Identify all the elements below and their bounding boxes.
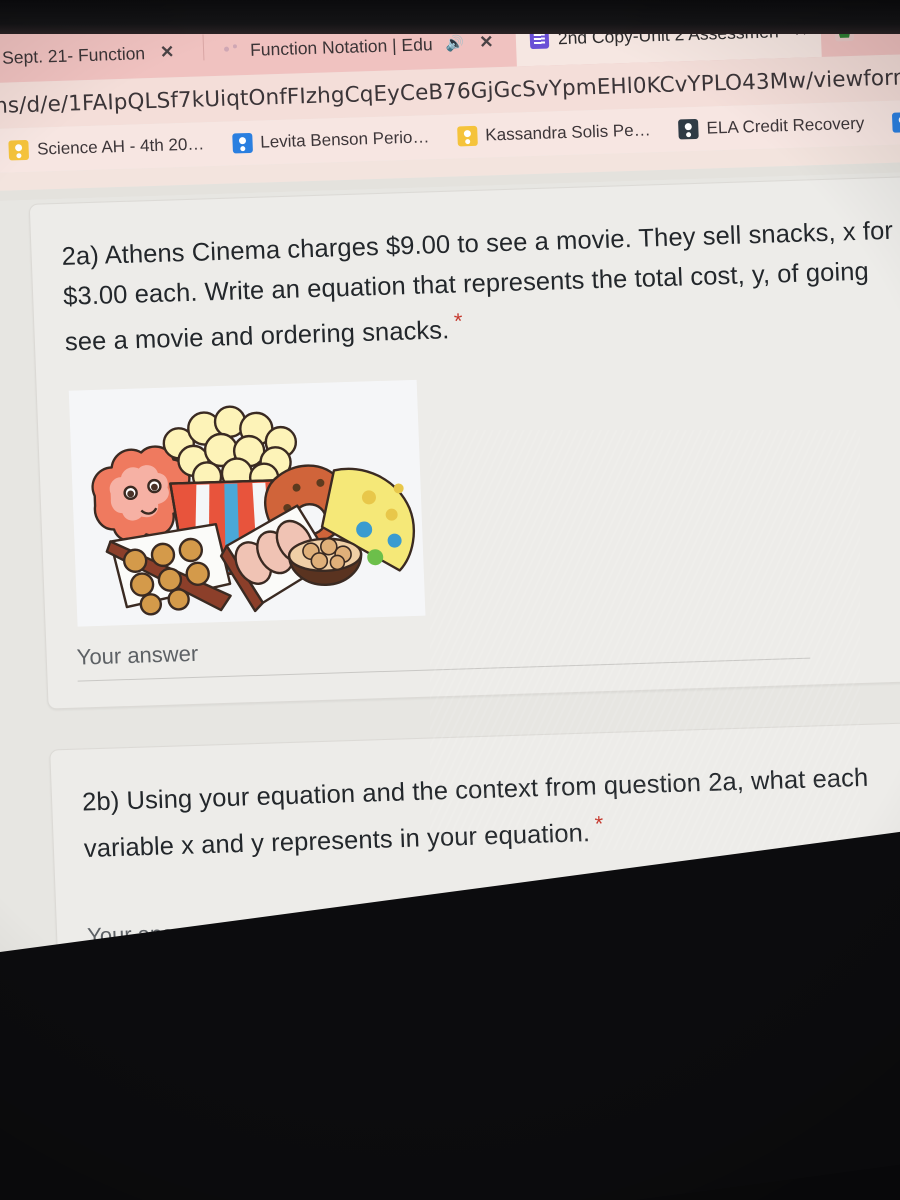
bookmark-item-science-ah[interactable]: Science AH - 4th 20…: [0, 134, 219, 161]
form-question-card-2a: 2a) Athens Cinema charges $9.00 to see a…: [28, 175, 900, 710]
question-text-2a: 2a) Athens Cinema charges $9.00 to see a…: [61, 211, 900, 363]
google-form-page: 2a) Athens Cinema charges $9.00 to see a…: [0, 170, 900, 988]
snacks-illustration-image: [68, 379, 426, 627]
required-asterisk: *: [594, 810, 604, 836]
bookmark-item-overflow[interactable]: [878, 112, 900, 133]
classroom-icon: [891, 112, 900, 133]
tab-close-icon[interactable]: ✕: [160, 42, 175, 62]
bookmark-label: Kassandra Solis Pe…: [484, 120, 651, 145]
question-line: see a movie and ordering snacks.: [64, 316, 450, 357]
bookmark-item-levita-benson[interactable]: Levita Benson Perio…: [218, 127, 444, 154]
tab-title: Function Notation | Edu: [249, 33, 433, 60]
bookmark-label: Science AH - 4th 20…: [36, 134, 205, 159]
classroom-icon: [8, 139, 30, 161]
classroom-icon: [231, 132, 253, 154]
tab-audio-speaker-icon[interactable]: 🔊: [445, 34, 464, 53]
bookmark-item-kassandra-solis[interactable]: Kassandra Solis Pe…: [443, 120, 665, 147]
classroom-icon: [678, 118, 700, 140]
tab-title: ay, Sept. 21- Function: [0, 42, 146, 68]
photo-of-screen: ay, Sept. 21- Function ✕ Function Notati…: [0, 0, 900, 1200]
question-line: variable x and y represents in your equa…: [83, 818, 591, 863]
bookmark-label: Levita Benson Perio…: [259, 127, 430, 152]
browser-tab-0[interactable]: ay, Sept. 21- Function ✕: [0, 27, 200, 84]
answer-input-2a[interactable]: Your answer: [76, 621, 811, 682]
bookmark-label: ELA Credit Recovery: [706, 113, 865, 138]
sparkle-favicon-icon: [222, 41, 242, 61]
snacks-drawing-svg: [68, 379, 426, 627]
tab-divider: [202, 34, 205, 61]
required-asterisk: *: [453, 308, 464, 334]
tab-close-icon[interactable]: ✕: [479, 32, 494, 52]
monitor-bezel-top: [0, 0, 900, 34]
bookmark-item-ela-credit-recovery[interactable]: ELA Credit Recovery: [664, 113, 878, 140]
classroom-icon: [456, 125, 478, 147]
